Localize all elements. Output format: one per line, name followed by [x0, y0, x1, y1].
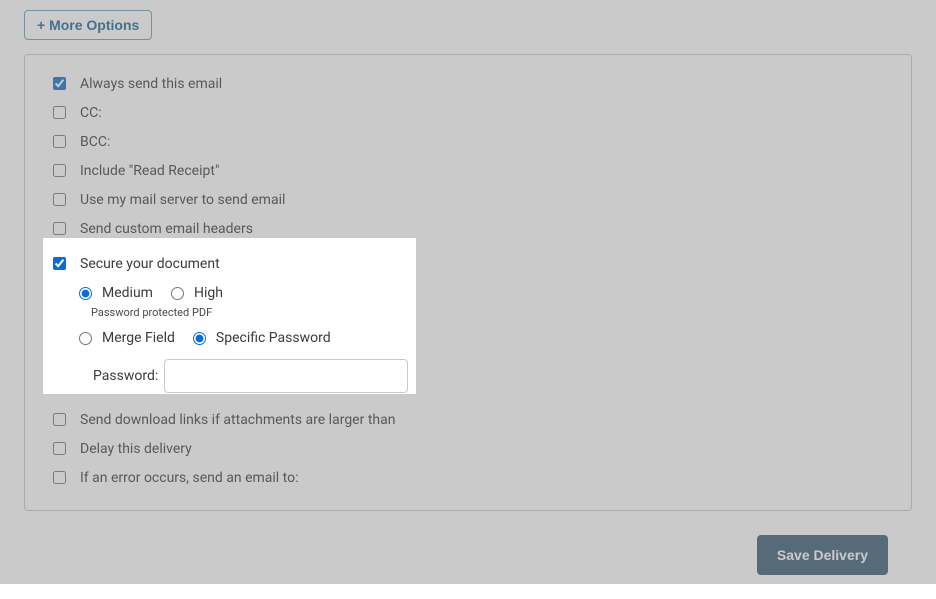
password-merge-label: Merge Field [102, 330, 175, 346]
options-panel: Always send this email CC: BCC: Include … [24, 54, 912, 511]
option-bcc: BCC: [53, 127, 883, 156]
security-level-medium-label: Medium [102, 285, 153, 301]
password-label: Password: [93, 368, 158, 384]
download-links-label: Send download links if attachments are l… [80, 412, 395, 428]
error-email-label: If an error occurs, send an email to: [80, 470, 298, 486]
security-level-high-label: High [194, 285, 223, 301]
password-input[interactable] [164, 359, 408, 393]
custom-headers-label: Send custom email headers [80, 221, 253, 237]
cc-checkbox[interactable] [53, 106, 66, 119]
delay-checkbox[interactable] [53, 442, 66, 455]
option-cc: CC: [53, 98, 883, 127]
security-hint: Password protected PDF [79, 306, 883, 319]
secure-document-checkbox[interactable] [53, 257, 66, 270]
more-options-button[interactable]: + More Options [24, 10, 152, 40]
password-specific-radio[interactable] [193, 332, 206, 345]
custom-headers-checkbox[interactable] [53, 222, 66, 235]
security-level-group: Medium High [79, 278, 883, 308]
security-level-medium-radio[interactable] [79, 287, 92, 300]
option-delay: Delay this delivery [53, 434, 883, 463]
save-delivery-button[interactable]: Save Delivery [757, 535, 888, 575]
option-custom-headers: Send custom email headers [53, 214, 883, 243]
mail-server-label: Use my mail server to send email [80, 192, 285, 208]
secure-document-label: Secure your document [80, 256, 220, 272]
option-download-links: Send download links if attachments are l… [53, 405, 883, 434]
bcc-label: BCC: [80, 134, 110, 150]
bcc-checkbox[interactable] [53, 135, 66, 148]
error-email-checkbox[interactable] [53, 471, 66, 484]
read-receipt-checkbox[interactable] [53, 164, 66, 177]
read-receipt-label: Include "Read Receipt" [80, 163, 219, 179]
always-send-label: Always send this email [80, 76, 222, 92]
mail-server-checkbox[interactable] [53, 193, 66, 206]
option-error-email: If an error occurs, send an email to: [53, 463, 883, 492]
secure-document-block: Secure your document Medium High Passwor… [43, 243, 893, 405]
always-send-checkbox[interactable] [53, 77, 66, 90]
password-specific-label: Specific Password [216, 330, 331, 346]
password-merge-radio[interactable] [79, 332, 92, 345]
delay-label: Delay this delivery [80, 441, 192, 457]
option-always-send: Always send this email [53, 69, 883, 98]
password-source-group: Merge Field Specific Password [79, 323, 883, 353]
security-level-high-radio[interactable] [171, 287, 184, 300]
download-links-checkbox[interactable] [53, 413, 66, 426]
option-mail-server: Use my mail server to send email [53, 185, 883, 214]
option-read-receipt: Include "Read Receipt" [53, 156, 883, 185]
cc-label: CC: [80, 105, 102, 121]
